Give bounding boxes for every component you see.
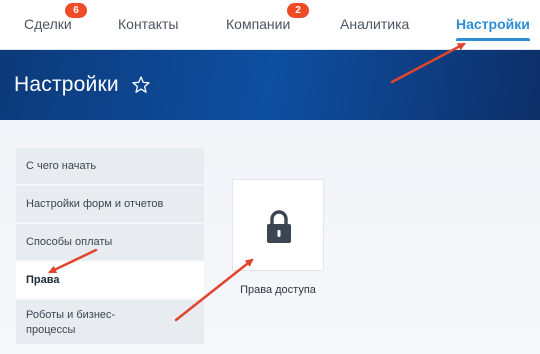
nav-tab-label: Настройки	[456, 16, 530, 32]
sidebar-item-permissions[interactable]: Права	[16, 262, 204, 298]
sidebar-item-label: Способы оплаты	[26, 236, 113, 248]
lock-icon	[267, 210, 291, 243]
sidebar-item-label: С чего начать	[26, 160, 97, 172]
star-outline-icon[interactable]	[131, 75, 151, 95]
sidebar-item-label: Права	[26, 274, 60, 286]
settings-content: С чего начать Настройки форм и отчетов С…	[0, 120, 540, 354]
top-navigation: Сделки 6 Контакты Компании 2 Аналитика Н…	[0, 0, 540, 50]
sidebar-item-getting-started[interactable]: С чего начать	[16, 148, 204, 184]
nav-tab-deals[interactable]: Сделки 6	[24, 3, 87, 32]
nav-tab-label: Компании	[226, 16, 291, 32]
nav-tab-label: Контакты	[118, 16, 179, 32]
sidebar-item-label: Настройки форм и отчетов	[26, 198, 164, 210]
nav-tab-label: Сделки	[24, 16, 72, 32]
notification-badge: 2	[287, 3, 309, 18]
nav-tab-analytics[interactable]: Аналитика	[340, 16, 409, 32]
page-title: Настройки	[14, 73, 119, 96]
sidebar-item-label: Роботы и бизнес-процессы	[26, 309, 116, 336]
page-header: Настройки	[0, 50, 540, 120]
sidebar-item-forms-reports[interactable]: Настройки форм и отчетов	[16, 186, 204, 222]
access-rights-label: Права доступа	[240, 284, 316, 296]
sidebar-item-payment-methods[interactable]: Способы оплаты	[16, 224, 204, 260]
nav-tab-contacts[interactable]: Контакты	[118, 16, 178, 32]
sidebar-item-robots-processes[interactable]: Роботы и бизнес-процессы	[16, 300, 204, 344]
screenshot-frame: Сделки 6 Контакты Компании 2 Аналитика Н…	[0, 0, 540, 354]
settings-sidebar: С чего начать Настройки форм и отчетов С…	[16, 148, 204, 346]
nav-tab-label: Аналитика	[340, 16, 410, 32]
nav-tab-companies[interactable]: Компании 2	[226, 3, 309, 32]
notification-badge: 6	[65, 3, 87, 18]
nav-tab-settings[interactable]: Настройки	[456, 16, 530, 41]
access-rights-tile[interactable]	[232, 179, 324, 271]
